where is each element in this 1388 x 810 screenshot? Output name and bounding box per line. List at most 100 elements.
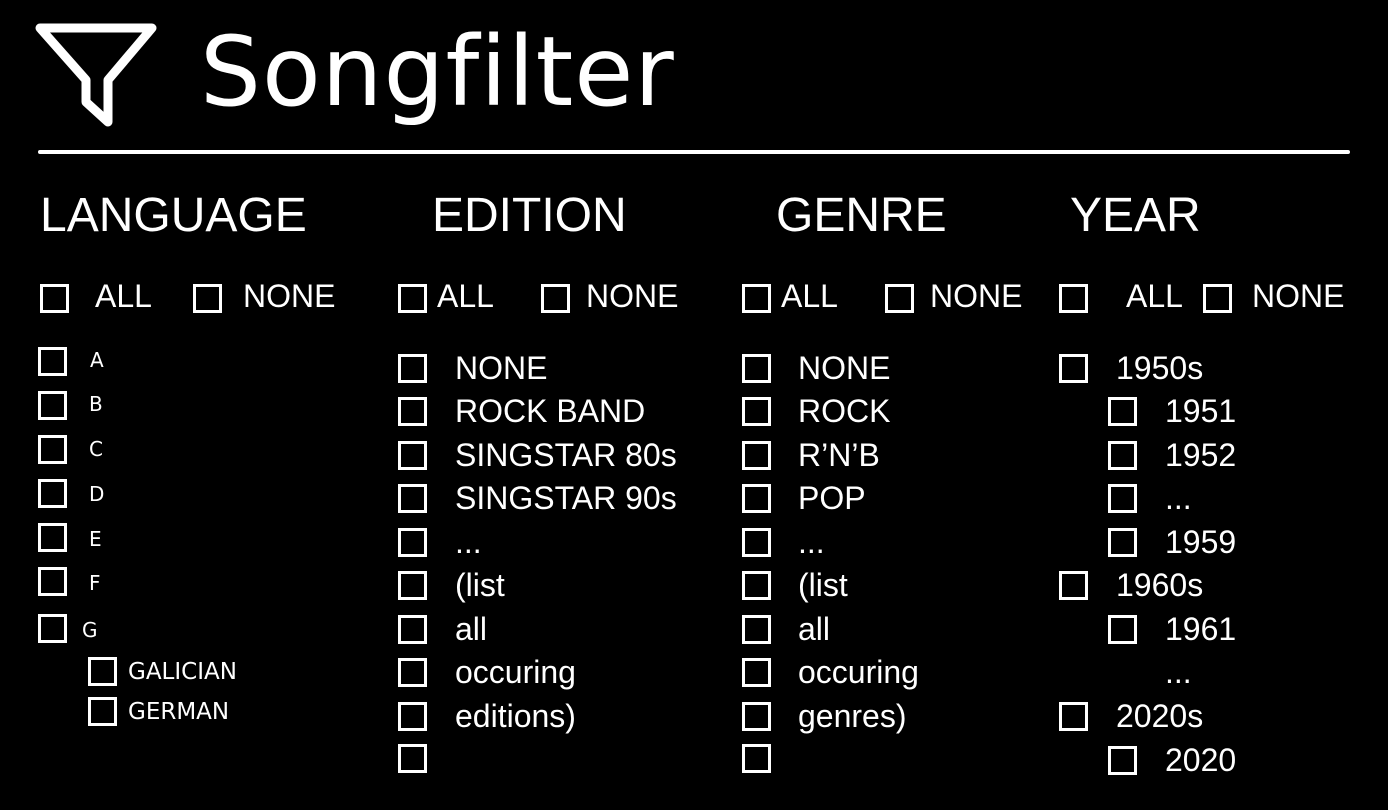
edition-item-checkbox[interactable] [398, 658, 427, 687]
edition-none-label: NONE [586, 278, 679, 314]
year-1951-checkbox[interactable] [1108, 397, 1137, 426]
filter-icon [35, 23, 157, 127]
genre-item-checkbox[interactable] [742, 702, 771, 731]
genre-item-checkbox[interactable] [742, 397, 771, 426]
year-decade-1960s-label: 1960s [1116, 567, 1204, 603]
header: Songfilter [0, 0, 1388, 150]
edition-heading: EDITION [432, 189, 627, 242]
year-2020-label: 2020 [1165, 742, 1237, 778]
edition-item-checkbox[interactable] [398, 702, 427, 731]
edition-item-checkbox[interactable] [398, 397, 427, 426]
language-all-label: ALL [95, 278, 152, 314]
edition-none-checkbox[interactable] [541, 284, 570, 313]
year-1951-label: 1951 [1165, 393, 1237, 429]
genre-item-label: ROCK [798, 393, 891, 429]
edition-item-label: ROCK BAND [455, 393, 646, 429]
year-all-checkbox[interactable] [1059, 284, 1088, 313]
genre-heading: GENRE [776, 189, 947, 242]
year-2020-checkbox[interactable] [1108, 746, 1137, 775]
language-letter-checkbox[interactable] [38, 614, 67, 643]
language-none-checkbox[interactable] [193, 284, 222, 313]
language-none-label: NONE [243, 278, 336, 314]
language-german-checkbox[interactable] [88, 697, 117, 726]
edition-item-label: occuring [455, 654, 576, 690]
language-letter-label: E [89, 527, 102, 551]
genre-item-label: ... [798, 524, 825, 560]
language-letter-label: A [90, 348, 104, 372]
edition-item-label: SINGSTAR 90s [455, 480, 677, 516]
edition-item-label: editions) [455, 698, 576, 734]
edition-item-checkbox[interactable] [398, 354, 427, 383]
edition-item-checkbox[interactable] [398, 528, 427, 557]
language-all-checkbox[interactable] [40, 284, 69, 313]
year-1952-label: 1952 [1165, 437, 1237, 473]
language-galician-checkbox[interactable] [88, 657, 117, 686]
genre-item-checkbox[interactable] [742, 744, 771, 773]
year-1952-checkbox[interactable] [1108, 441, 1137, 470]
year-ellipsis-label: ... [1165, 480, 1192, 516]
edition-all-checkbox[interactable] [398, 284, 427, 313]
genre-item-checkbox[interactable] [742, 484, 771, 513]
language-letter-label: D [89, 482, 105, 506]
genre-item-checkbox[interactable] [742, 528, 771, 557]
language-letter-checkbox[interactable] [38, 347, 67, 376]
language-letter-label: C [89, 437, 103, 461]
year-ellipsis-label: ... [1165, 654, 1192, 690]
edition-item-label: (list [455, 567, 505, 603]
header-divider [38, 150, 1350, 154]
genre-item-checkbox[interactable] [742, 441, 771, 470]
genre-item-label: R’N’B [798, 437, 880, 473]
edition-item-checkbox[interactable] [398, 744, 427, 773]
edition-item-label: ... [455, 524, 482, 560]
edition-item-checkbox[interactable] [398, 615, 427, 644]
year-none-label: NONE [1252, 278, 1345, 314]
language-letter-checkbox[interactable] [38, 567, 67, 596]
year-decade-1960s-checkbox[interactable] [1059, 571, 1088, 600]
edition-item-checkbox[interactable] [398, 441, 427, 470]
genre-item-checkbox[interactable] [742, 658, 771, 687]
genre-item-checkbox[interactable] [742, 571, 771, 600]
edition-item-checkbox[interactable] [398, 571, 427, 600]
genre-item-label: occuring [798, 654, 919, 690]
genre-item-checkbox[interactable] [742, 354, 771, 383]
language-letter-label: B [89, 392, 103, 416]
edition-item-label: NONE [455, 350, 548, 386]
year-ellipsis-checkbox[interactable] [1108, 484, 1137, 513]
year-1959-label: 1959 [1165, 524, 1237, 560]
year-1961-checkbox[interactable] [1108, 615, 1137, 644]
year-heading: YEAR [1070, 189, 1201, 242]
genre-all-checkbox[interactable] [742, 284, 771, 313]
year-decade-2020s-label: 2020s [1116, 698, 1204, 734]
edition-item-label: all [455, 611, 488, 647]
edition-all-label: ALL [437, 278, 494, 314]
genre-none-checkbox[interactable] [885, 284, 914, 313]
language-letter-checkbox[interactable] [38, 391, 67, 420]
language-heading: LANGUAGE [40, 189, 307, 242]
language-german-label: GERMAN [128, 699, 230, 725]
genre-all-label: ALL [781, 278, 838, 314]
edition-item-label: SINGSTAR 80s [455, 437, 677, 473]
edition-item-checkbox[interactable] [398, 484, 427, 513]
genre-item-label: genres) [798, 698, 907, 734]
year-1959-checkbox[interactable] [1108, 528, 1137, 557]
app-title: Songfilter [200, 16, 675, 128]
songfilter-screen: Songfilter LANGUAGE EDITION GENRE YEAR A… [0, 0, 1388, 810]
genre-item-checkbox[interactable] [742, 615, 771, 644]
language-letter-label: G [82, 618, 98, 642]
year-all-label: ALL [1126, 278, 1183, 314]
language-letter-checkbox[interactable] [38, 479, 67, 508]
language-letter-checkbox[interactable] [38, 523, 67, 552]
language-letter-checkbox[interactable] [38, 435, 67, 464]
genre-none-label: NONE [930, 278, 1023, 314]
year-decade-2020s-checkbox[interactable] [1059, 702, 1088, 731]
year-none-checkbox[interactable] [1203, 284, 1232, 313]
year-1961-label: 1961 [1165, 611, 1237, 647]
year-decade-1950s-label: 1950s [1116, 350, 1204, 386]
genre-item-label: NONE [798, 350, 891, 386]
language-galician-label: GALICIAN [128, 659, 237, 685]
genre-item-label: all [798, 611, 831, 647]
genre-item-label: (list [798, 567, 848, 603]
language-letter-label: F [89, 571, 101, 595]
year-decade-1950s-checkbox[interactable] [1059, 354, 1088, 383]
genre-item-label: POP [798, 480, 866, 516]
